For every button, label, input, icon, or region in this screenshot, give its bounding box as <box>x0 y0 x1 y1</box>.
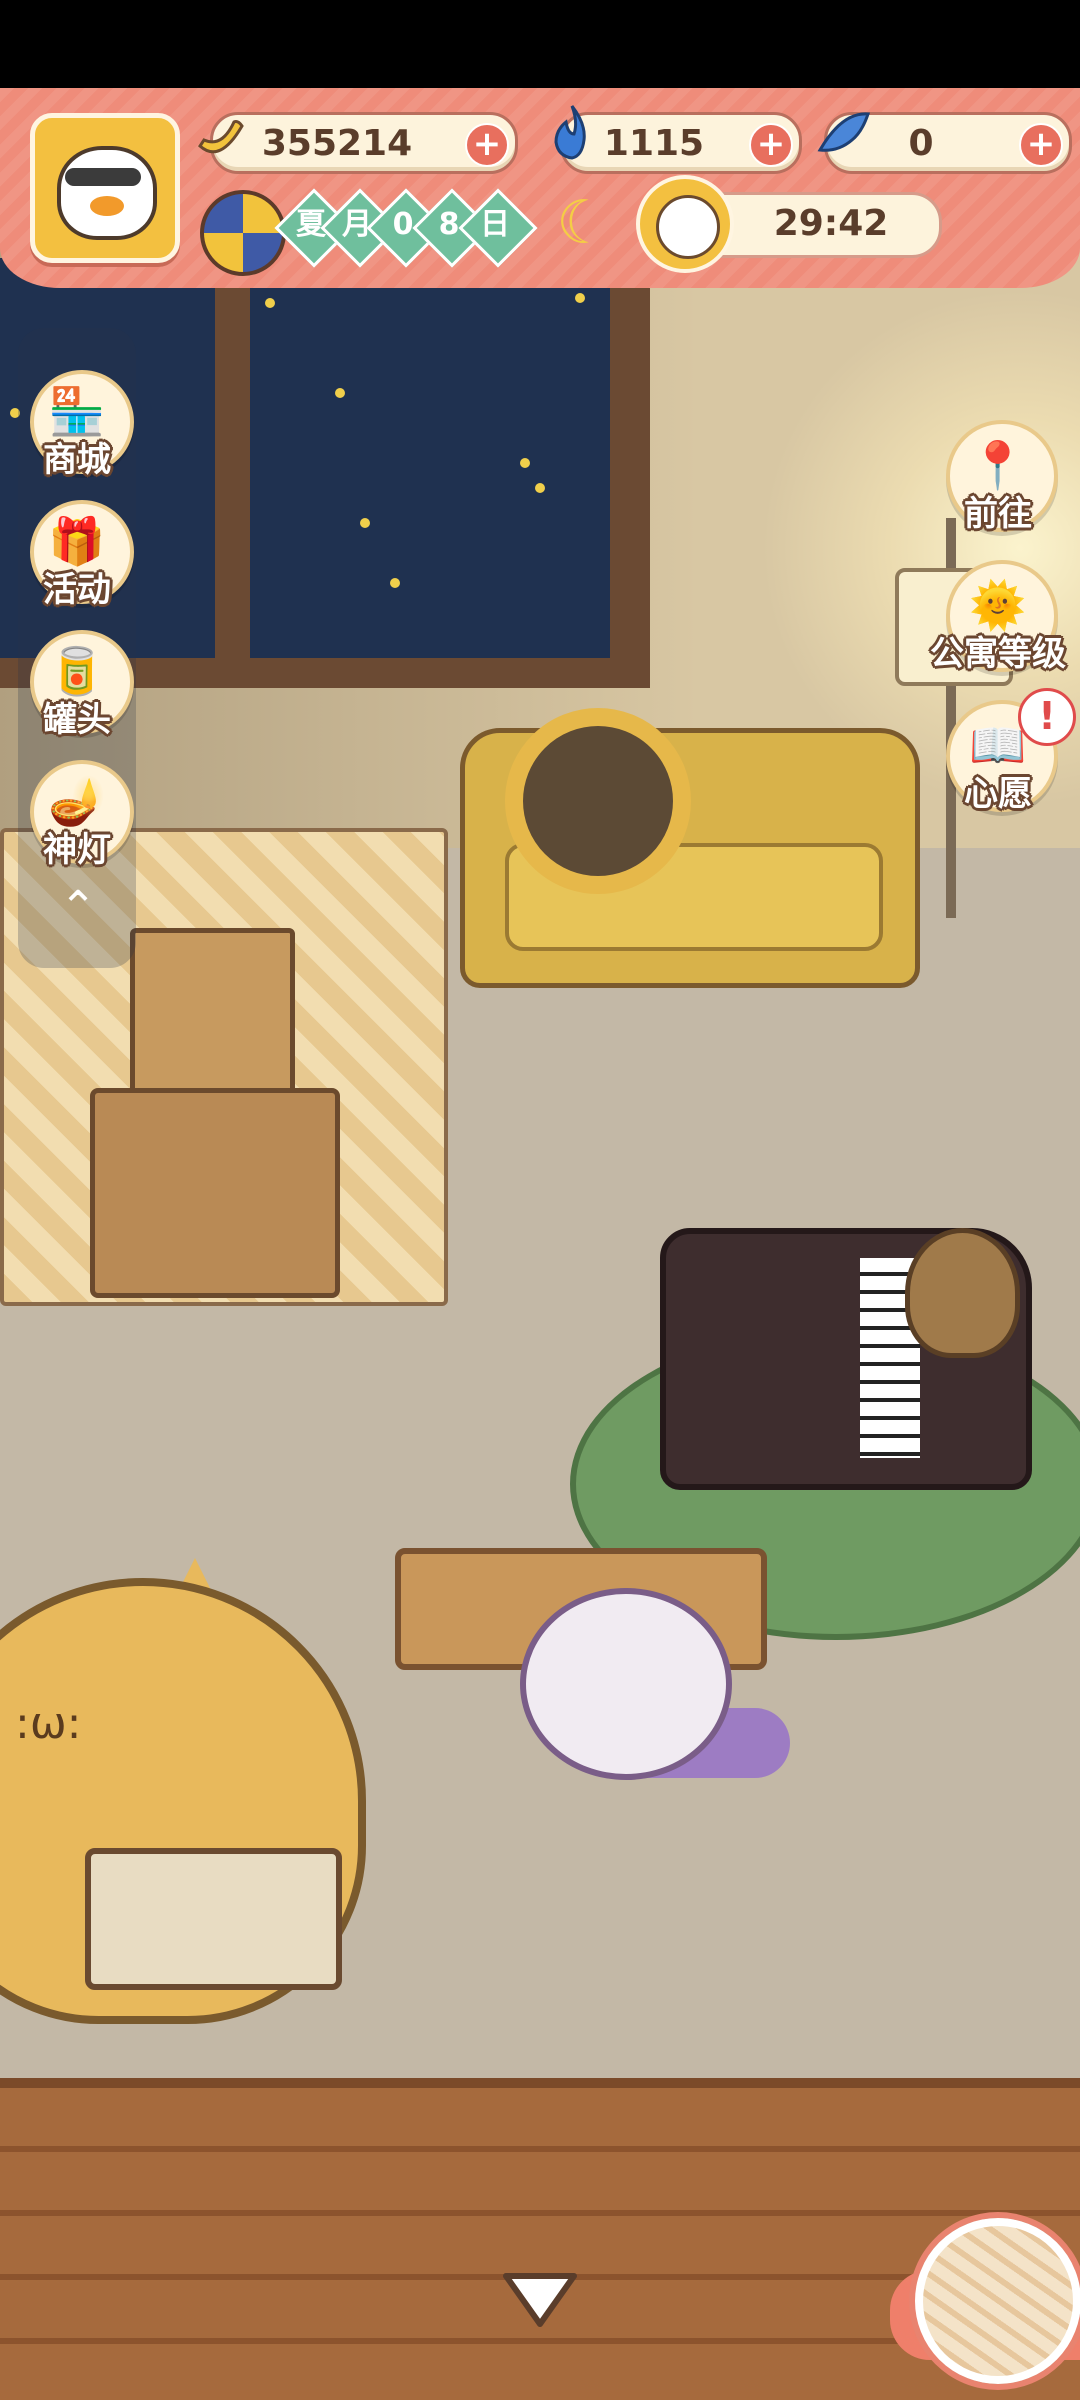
map-pin-icon: 📍 <box>969 438 1027 492</box>
blue-flame-icon <box>540 100 604 164</box>
avatar-cat-icon <box>57 146 157 240</box>
shop-icon: 🏪 <box>48 384 106 438</box>
gift-icon: 🎁 <box>48 514 106 568</box>
star <box>360 518 370 528</box>
fish-add-button[interactable]: + <box>1019 123 1063 167</box>
yarn-ball-button[interactable] <box>915 2218 1080 2384</box>
shop-button[interactable]: 🏪 商城 <box>22 370 134 480</box>
cans-label: 罐头 <box>43 700 111 740</box>
star <box>390 578 400 588</box>
cans-button[interactable]: 🥫 罐头 <box>22 630 134 740</box>
cat-bed-face: :ω: <box>15 1698 82 1749</box>
genie-lamp-label: 神灯 <box>43 830 111 870</box>
star <box>535 483 545 493</box>
day-text: 日 <box>480 207 510 242</box>
banana-add-button[interactable]: + <box>465 123 509 167</box>
go-to-label: 前往 <box>964 494 1032 534</box>
apartment-level-label: 公寓等级 <box>930 634 1066 674</box>
piano-player-character[interactable] <box>905 1228 1020 1358</box>
unicorn-character[interactable] <box>520 1588 732 1780</box>
sunglasses-icon <box>65 168 141 186</box>
sun-badge-icon: 🌞 <box>969 578 1027 632</box>
book-cabinet[interactable] <box>90 1088 340 1298</box>
wish-alert-badge: ! <box>1018 688 1076 746</box>
compass-icon[interactable] <box>200 190 286 276</box>
magic-lamp-icon: 🪔 <box>48 774 106 828</box>
genie-lamp-button[interactable]: 🪔 神灯 <box>22 760 134 870</box>
sunflower-character[interactable] <box>505 708 691 894</box>
shop-label: 商城 <box>43 440 111 480</box>
go-to-button[interactable]: 📍 前往 <box>928 420 1068 550</box>
apartment-level-button[interactable]: 🌞 公寓等级 <box>928 560 1068 690</box>
can-icon: 🥫 <box>48 644 106 698</box>
duck-icon <box>90 196 124 216</box>
star <box>520 458 530 468</box>
timer-value: 29:42 <box>773 203 889 244</box>
banana-icon <box>188 104 252 168</box>
star <box>575 293 585 303</box>
side-table-with-vase[interactable] <box>85 1848 342 1990</box>
bead-shelf[interactable] <box>130 928 295 1108</box>
cat-timer-icon[interactable] <box>636 175 734 273</box>
room-scene[interactable]: :ω: <box>0 88 1080 2400</box>
status-bar <box>0 0 1080 88</box>
expand-down-arrow-icon[interactable] <box>500 2268 580 2332</box>
crescent-moon-icon[interactable]: ☾ <box>548 188 618 258</box>
star <box>265 298 275 308</box>
player-avatar[interactable] <box>30 113 180 263</box>
wish-label: 心愿 <box>964 774 1032 814</box>
flame-add-button[interactable]: + <box>749 123 793 167</box>
collapse-menu-chevron-up-icon[interactable]: ⌃ <box>50 880 106 936</box>
fish-icon <box>812 102 876 166</box>
events-label: 活动 <box>43 570 111 610</box>
events-button[interactable]: 🎁 活动 <box>22 500 134 610</box>
window-pane-right <box>250 258 610 658</box>
star <box>335 388 345 398</box>
cat-face-icon <box>656 195 720 259</box>
banana-currency[interactable]: 355214 + <box>210 112 518 174</box>
